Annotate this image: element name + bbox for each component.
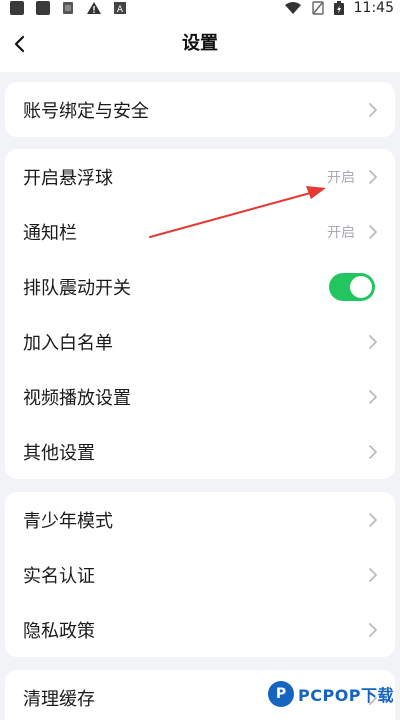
chevron-right-icon: [369, 169, 377, 184]
status-time: 11:45: [353, 0, 394, 16]
settings-item-video-playback[interactable]: 视频播放设置: [5, 369, 395, 424]
chevron-right-icon: [369, 512, 377, 527]
status-bar: A 11:45: [0, 0, 400, 16]
pcpop-logo-icon: P: [268, 681, 294, 707]
app-icon: A: [114, 2, 126, 15]
watermark-text: PCPOP下载: [298, 686, 395, 705]
page-title: 设置: [182, 33, 218, 54]
watermark-logo: P PCPOP下载: [268, 676, 394, 712]
back-button[interactable]: [4, 28, 36, 60]
settings-item-teen-mode[interactable]: 青少年模式: [5, 492, 395, 547]
settings-item-real-name[interactable]: 实名认证: [5, 547, 395, 602]
settings-group-privacy: 青少年模式 实名认证 隐私政策: [5, 492, 395, 657]
settings-item-label: 实名认证: [23, 565, 95, 587]
chevron-right-icon: [369, 389, 377, 404]
wifi-icon: [284, 2, 301, 14]
settings-item-label: 清理缓存: [23, 688, 95, 710]
settings-item-value: 开启: [327, 169, 355, 186]
svg-text:A: A: [117, 5, 124, 15]
settings-item-privacy-policy[interactable]: 隐私政策: [5, 602, 395, 657]
nav-bar: 设置: [0, 16, 400, 72]
settings-group-general: 开启悬浮球 开启 通知栏 开启 排队震动开关 加入白名单 视频播放设置 其他设置: [5, 149, 395, 479]
settings-item-label: 隐私政策: [23, 620, 95, 642]
chevron-right-icon: [369, 224, 377, 239]
settings-group-account: 账号绑定与安全: [5, 82, 395, 137]
notification-square-icon: [10, 1, 24, 15]
settings-item-label: 加入白名单: [23, 332, 113, 354]
status-icons-left: A: [10, 0, 126, 16]
warning-icon: [87, 2, 101, 14]
status-icons-right: 11:45: [284, 0, 394, 16]
settings-item-other[interactable]: 其他设置: [5, 424, 395, 479]
battery-charging-icon: [333, 1, 344, 15]
settings-item-value: 开启: [327, 224, 355, 241]
settings-item-label: 青少年模式: [23, 510, 113, 532]
chevron-right-icon: [369, 102, 377, 117]
settings-item-account-security[interactable]: 账号绑定与安全: [5, 82, 395, 137]
sim-icon: [63, 2, 73, 14]
settings-item-label: 其他设置: [23, 442, 95, 464]
vibration-toggle[interactable]: [329, 272, 375, 301]
settings-item-whitelist[interactable]: 加入白名单: [5, 314, 395, 369]
toggle-knob: [350, 275, 372, 298]
settings-item-label: 账号绑定与安全: [23, 100, 149, 122]
settings-item-label: 开启悬浮球: [23, 167, 113, 189]
settings-item-notification-bar[interactable]: 通知栏 开启: [5, 204, 395, 259]
chevron-right-icon: [369, 567, 377, 582]
settings-item-queue-vibration: 排队震动开关: [5, 259, 395, 314]
chevron-right-icon: [369, 444, 377, 459]
no-sim-icon: [311, 1, 324, 15]
settings-item-label: 视频播放设置: [23, 387, 131, 409]
notification-square-icon: [36, 1, 50, 15]
settings-item-floating-ball[interactable]: 开启悬浮球 开启: [5, 149, 395, 204]
settings-item-label: 通知栏: [23, 222, 77, 244]
chevron-left-icon: [14, 35, 25, 53]
chevron-right-icon: [369, 622, 377, 637]
chevron-right-icon: [369, 334, 377, 349]
settings-item-label: 排队震动开关: [23, 277, 131, 299]
